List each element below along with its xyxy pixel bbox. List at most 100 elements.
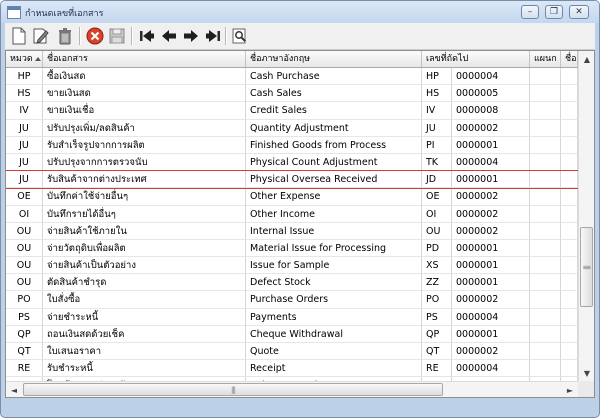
cell-doc-name[interactable]: จ่ายชำระหนี้	[43, 308, 246, 326]
cell-name[interactable]	[561, 119, 578, 137]
cell-prefix[interactable]: OE	[422, 188, 452, 206]
cell-department[interactable]	[530, 136, 561, 154]
cell-next-number[interactable]: 0000001	[452, 239, 530, 258]
cell-department[interactable]	[530, 291, 561, 309]
column-header-name[interactable]: ชื่อ	[561, 51, 578, 67]
cell-english-name[interactable]: Defect Stock	[246, 274, 422, 292]
cell-category[interactable]: JU	[6, 171, 43, 189]
cell-prefix[interactable]: OI	[422, 205, 452, 223]
close-button[interactable]: ✕	[569, 5, 589, 19]
cell-next-number[interactable]: 0000001	[452, 257, 530, 275]
cell-next-number[interactable]: 0000002	[452, 205, 530, 223]
table-row[interactable]: PO ใบสั่งซื้อ Purchase Orders PO 0000002	[6, 291, 578, 309]
table-row[interactable]: JU รับสินค้าจากต่างประเทศ Physical Oversea…	[6, 171, 578, 189]
cell-prefix[interactable]: QP	[422, 325, 452, 343]
cell-next-number[interactable]: 0000004	[452, 308, 530, 326]
cell-next-number[interactable]: 0000002	[452, 188, 530, 206]
new-button[interactable]	[9, 26, 29, 46]
cell-english-name[interactable]: Cheque Withdrawal	[246, 325, 422, 343]
table-row[interactable]: OU จ่ายสินค้าใช้ภายใน Internal Issue OU 0000…	[6, 222, 578, 240]
column-header-category[interactable]: หมวด	[6, 51, 43, 67]
cell-doc-name[interactable]: ตัดสินค้าชำรุด	[43, 274, 246, 292]
cell-english-name[interactable]: Internal Issue	[246, 222, 422, 240]
table-row[interactable]: QT ใบเสนอราคา Quote QT 0000002	[6, 343, 578, 361]
vertical-scroll-thumb[interactable]: |||	[580, 227, 593, 307]
cell-name[interactable]	[561, 222, 578, 240]
cell-english-name[interactable]: Cash Purchase	[246, 68, 422, 86]
cell-doc-name[interactable]: จ่ายสินค้าใช้ภายใน	[43, 222, 246, 240]
table-row[interactable]: HS ขายเงินสด Cash Sales HS 0000005	[6, 85, 578, 103]
cell-doc-name[interactable]: ขายเงินสด	[43, 85, 246, 103]
cell-english-name[interactable]: Credit Sales	[246, 102, 422, 120]
column-header-english-name[interactable]: ชื่อภาษาอังกฤษ	[246, 51, 422, 67]
cell-prefix[interactable]: PS	[422, 308, 452, 326]
scroll-left-button[interactable]: ◄	[6, 382, 22, 397]
cell-prefix[interactable]: JU	[422, 119, 452, 137]
cell-department[interactable]	[530, 343, 561, 361]
cell-next-number[interactable]: 0000008	[452, 102, 530, 120]
cell-department[interactable]	[530, 325, 561, 343]
cell-next-number[interactable]: 0000001	[452, 171, 530, 189]
table-row[interactable]: JU ปรับปรุงเพิ่ม/ลดสินค้า Quantity Adjustm…	[6, 119, 578, 137]
cell-doc-name[interactable]: จ่ายวัตถุดิบเพื่อผลิต	[43, 239, 246, 258]
table-row[interactable]: OU ตัดสินค้าชำรุด Defect Stock ZZ 0000001	[6, 274, 578, 292]
cell-department[interactable]	[530, 188, 561, 206]
cell-doc-name[interactable]: รับชำระหนี้	[43, 360, 246, 378]
table-row[interactable]: RE รับชำระหนี้ Receipt RE 0000004	[6, 360, 578, 378]
table-row[interactable]: OU จ่ายวัตถุดิบเพื่อผลิต Material Issue fo…	[6, 239, 578, 258]
cell-prefix[interactable]: HS	[422, 85, 452, 103]
horizontal-scrollbar[interactable]: ◄ ||| ►	[6, 381, 578, 397]
cell-doc-name[interactable]: ใบเสนอราคา	[43, 343, 246, 361]
cell-category[interactable]: JU	[6, 153, 43, 172]
cell-doc-name[interactable]: บันทึกรายได้อื่นๆ	[43, 205, 246, 223]
cell-name[interactable]	[561, 257, 578, 275]
cell-category[interactable]: PS	[6, 308, 43, 326]
cell-prefix[interactable]: PO	[422, 291, 452, 309]
cell-department[interactable]	[530, 239, 561, 258]
cell-category[interactable]: QP	[6, 325, 43, 343]
column-header-department[interactable]: แผนก	[530, 51, 561, 67]
cell-name[interactable]	[561, 308, 578, 326]
edit-button[interactable]	[31, 26, 51, 46]
cell-name[interactable]	[561, 188, 578, 206]
cell-category[interactable]: HS	[6, 85, 43, 103]
cell-english-name[interactable]: Cash Sales	[246, 85, 422, 103]
cell-english-name[interactable]: Physical Oversea Received	[246, 171, 422, 189]
cell-department[interactable]	[530, 119, 561, 137]
table-row[interactable]: OI บันทึกรายได้อื่นๆ Other Income OI 0000002	[6, 205, 578, 223]
cell-department[interactable]	[530, 360, 561, 378]
cell-prefix[interactable]: PD	[422, 239, 452, 258]
cell-doc-name[interactable]: บันทึกค่าใช้จ่ายอื่นๆ	[43, 188, 246, 206]
cell-english-name[interactable]: Purchase Orders	[246, 291, 422, 309]
search-button[interactable]	[230, 26, 250, 46]
cell-category[interactable]: JU	[6, 119, 43, 137]
cell-english-name[interactable]: Receipt	[246, 360, 422, 378]
vertical-scrollbar[interactable]: ▲ ||| ▼	[578, 51, 594, 381]
cell-name[interactable]	[561, 205, 578, 223]
cell-doc-name[interactable]: ปรับปรุงจากการตรวจนับ	[43, 153, 246, 172]
cell-prefix[interactable]: OU	[422, 222, 452, 240]
cell-category[interactable]: IV	[6, 102, 43, 120]
minimize-button[interactable]: –	[521, 5, 539, 19]
cell-name[interactable]	[561, 360, 578, 378]
cell-department[interactable]	[530, 308, 561, 326]
cell-next-number[interactable]: 0000001	[452, 136, 530, 154]
cell-next-number[interactable]: 0000005	[452, 85, 530, 103]
table-row[interactable]: IV ขายเงินเชื่อ Credit Sales IV 0000008	[6, 102, 578, 120]
cell-next-number[interactable]: 0000002	[452, 119, 530, 137]
cell-doc-name[interactable]: ซื้อเงินสด	[43, 68, 246, 86]
cell-doc-name[interactable]: ปรับปรุงเพิ่ม/ลดสินค้า	[43, 119, 246, 137]
cell-english-name[interactable]: Physical Count Adjustment	[246, 153, 422, 172]
column-header-next-number[interactable]: เลขที่ถัดไป	[422, 51, 530, 67]
cell-department[interactable]	[530, 205, 561, 223]
cell-english-name[interactable]: Quantity Adjustment	[246, 119, 422, 137]
scroll-up-button[interactable]: ▲	[579, 51, 594, 67]
cell-department[interactable]	[530, 85, 561, 103]
first-record-button[interactable]	[137, 26, 157, 46]
cell-department[interactable]	[530, 102, 561, 120]
cell-name[interactable]	[561, 325, 578, 343]
cell-category[interactable]: OE	[6, 188, 43, 206]
cell-prefix[interactable]: QT	[422, 343, 452, 361]
cell-next-number[interactable]: 0000002	[452, 291, 530, 309]
cell-category[interactable]: QT	[6, 343, 43, 361]
